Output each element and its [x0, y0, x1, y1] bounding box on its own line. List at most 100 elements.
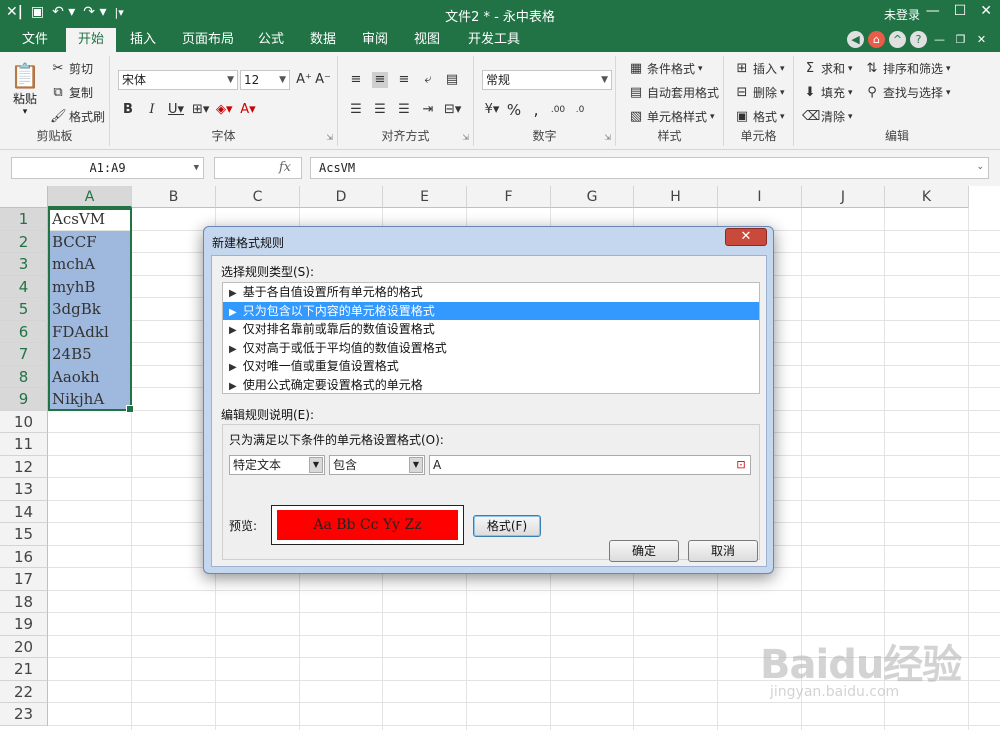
rule-type-item[interactable]: ▶ 只为包含以下内容的单元格设置格式 [223, 301, 759, 320]
tab-file[interactable]: 文件 [10, 28, 60, 52]
tab-page-layout[interactable]: 页面布局 [170, 28, 246, 52]
ribbon-minimize-icon[interactable]: — [931, 31, 948, 48]
tab-home[interactable]: 开始 [66, 28, 117, 52]
row-header-3[interactable]: 3 [0, 253, 48, 276]
home-icon[interactable]: ⌂ [868, 31, 885, 48]
column-header-c[interactable]: C [216, 186, 300, 208]
tab-data[interactable]: 数据 [298, 28, 348, 52]
row-header-23[interactable]: 23 [0, 703, 48, 726]
column-header-d[interactable]: D [300, 186, 383, 208]
format-as-table-button[interactable]: ▤ 自动套用格式 [628, 84, 719, 101]
percent-icon[interactable]: % [506, 102, 522, 118]
row-header-16[interactable]: 16 [0, 545, 48, 568]
find-select-button[interactable]: ⚲ 查找与选择 ▾ [864, 84, 950, 101]
indent-icon[interactable]: ⇥ [420, 102, 436, 118]
row-header-20[interactable]: 20 [0, 635, 48, 658]
rule-operator-select[interactable]: 包含 ▼ [329, 455, 425, 475]
orientation-icon[interactable]: ▤ [444, 72, 460, 88]
fill-color-icon[interactable]: ◈▾ [216, 102, 233, 118]
row-header-4[interactable]: 4 [0, 275, 48, 298]
range-picker-icon[interactable]: ⊡ [733, 457, 749, 473]
bold-icon[interactable]: B [120, 102, 136, 118]
align-middle-icon[interactable]: ≡ [372, 72, 388, 88]
decrease-decimal-icon[interactable]: .0 [572, 102, 588, 118]
shrink-font-icon[interactable]: A⁻ [315, 72, 331, 88]
row-header-21[interactable]: 21 [0, 658, 48, 681]
rule-type-item[interactable]: ▶ 仅对排名靠前或靠后的数值设置格式 [223, 320, 759, 339]
align-center-icon[interactable]: ☰ [372, 102, 388, 118]
row-header-6[interactable]: 6 [0, 320, 48, 343]
minimize-icon[interactable]: — [926, 3, 940, 19]
format-cells-button[interactable]: ▣ 格式 ▾ [734, 108, 785, 125]
tab-formulas[interactable]: 公式 [246, 28, 296, 52]
border-icon[interactable]: ⊞▾ [192, 102, 209, 118]
ribbon-restore-icon[interactable]: ❐ [952, 31, 969, 48]
underline-icon[interactable]: U▾ [168, 102, 184, 118]
wrap-text-icon[interactable]: ⤶ [420, 72, 436, 88]
row-header-1[interactable]: 1 [0, 208, 48, 231]
row-header-2[interactable]: 2 [0, 230, 48, 253]
tab-review[interactable]: 审阅 [350, 28, 400, 52]
insert-cells-button[interactable]: ⊞ 插入 ▾ [734, 60, 785, 77]
sort-filter-button[interactable]: ⇅ 排序和筛选 ▾ [864, 60, 951, 77]
rule-type-item[interactable]: ▶ 基于各自值设置所有单元格的格式 [223, 283, 759, 302]
row-header-19[interactable]: 19 [0, 613, 48, 636]
currency-icon[interactable]: ¥▾ [484, 102, 500, 118]
delete-cells-button[interactable]: ⊟ 删除 ▾ [734, 84, 785, 101]
italic-icon[interactable]: I [144, 102, 160, 118]
column-header-k[interactable]: K [885, 186, 969, 208]
close-icon[interactable]: ✕ [980, 3, 992, 19]
rule-type-list[interactable]: ▶ 基于各自值设置所有单元格的格式 ▶ 只为包含以下内容的单元格设置格式 ▶ 仅对排名靠前… [222, 282, 760, 394]
column-header-a[interactable]: A [48, 186, 132, 208]
rule-type-item[interactable]: ▶ 仅对高于或低于平均值的数值设置格式 [223, 339, 759, 358]
name-box[interactable]: A1:A9 ▼ [11, 157, 204, 179]
column-header-e[interactable]: E [383, 186, 467, 208]
comma-style-icon[interactable]: , [528, 102, 544, 118]
column-header-h[interactable]: H [634, 186, 718, 208]
increase-decimal-icon[interactable]: .00 [550, 102, 566, 118]
dialog-close-button[interactable]: ✕ [725, 228, 767, 246]
column-header-i[interactable]: I [718, 186, 802, 208]
row-header-5[interactable]: 5 [0, 298, 48, 321]
formula-input[interactable]: AcsVM [310, 157, 989, 179]
conditional-format-button[interactable]: ▦ 条件格式 ▾ [628, 60, 703, 77]
format-button[interactable]: 格式(F) [473, 515, 541, 537]
ribbon-close-icon[interactable]: ✕ [973, 31, 990, 48]
number-format-select[interactable]: 常规 ▼ [482, 70, 612, 90]
font-name-select[interactable]: 宋体 ▼ [118, 70, 238, 90]
paste-button[interactable]: 📋 粘贴 ▾ [8, 62, 42, 117]
row-header-10[interactable]: 10 [0, 410, 48, 433]
expand-formula-icon[interactable]: ⌄ [976, 162, 984, 172]
cancel-button[interactable]: 取消 [688, 540, 758, 562]
align-bottom-icon[interactable]: ≡ [396, 72, 412, 88]
autosum-button[interactable]: Σ 求和 ▾ [802, 60, 853, 77]
row-header-12[interactable]: 12 [0, 455, 48, 478]
rule-type-item[interactable]: ▶ 仅对唯一值或重复值设置格式 [223, 357, 759, 376]
column-header-f[interactable]: F [467, 186, 551, 208]
fill-button[interactable]: ⬇ 填充 ▾ [802, 84, 853, 101]
rule-text-input[interactable]: A ⊡ [429, 455, 751, 475]
row-header-13[interactable]: 13 [0, 478, 48, 501]
align-right-icon[interactable]: ☰ [396, 102, 412, 118]
maximize-icon[interactable]: ☐ [954, 3, 967, 19]
font-size-select[interactable]: 12 ▼ [240, 70, 290, 90]
tab-insert[interactable]: 插入 [118, 28, 168, 52]
font-color-icon[interactable]: A▾ [240, 102, 256, 118]
row-header-18[interactable]: 18 [0, 590, 48, 613]
row-header-17[interactable]: 17 [0, 568, 48, 591]
merge-cells-icon[interactable]: ⊟▾ [444, 102, 461, 118]
fx-button[interactable]: fx [214, 157, 302, 179]
rule-field-select[interactable]: 特定文本 ▼ [229, 455, 325, 475]
tab-developer[interactable]: 开发工具 [456, 28, 532, 52]
back-icon[interactable]: ◀ [847, 31, 864, 48]
ok-button[interactable]: 确定 [609, 540, 679, 562]
rule-type-item[interactable]: ▶ 使用公式确定要设置格式的单元格 [223, 376, 759, 395]
collapse-icon[interactable]: ^ [889, 31, 906, 48]
row-header-22[interactable]: 22 [0, 680, 48, 703]
column-header-g[interactable]: G [551, 186, 634, 208]
row-header-9[interactable]: 9 [0, 388, 48, 411]
format-painter-button[interactable]: 🖌 格式刷 [50, 108, 105, 125]
help-icon[interactable]: ? [910, 31, 927, 48]
row-header-15[interactable]: 15 [0, 523, 48, 546]
row-header-8[interactable]: 8 [0, 365, 48, 388]
